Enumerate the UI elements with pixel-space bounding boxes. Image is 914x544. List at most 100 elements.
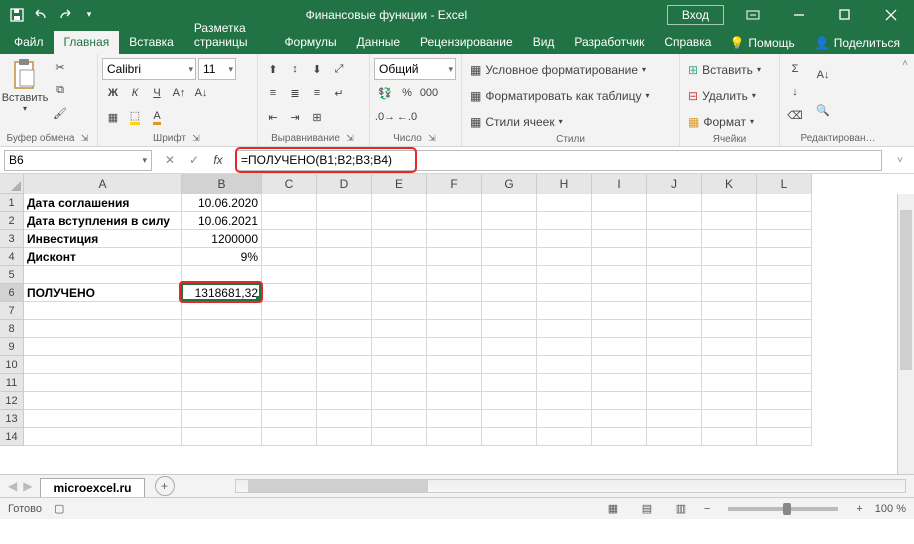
cell-J14[interactable] [647,428,702,446]
bold-button[interactable]: Ж [102,82,124,104]
cell-G14[interactable] [482,428,537,446]
cell-H6[interactable] [537,284,592,302]
autosum-icon[interactable]: Σ [784,58,806,80]
row-header-10[interactable]: 10 [0,356,24,374]
cell-K5[interactable] [702,266,757,284]
cell-I14[interactable] [592,428,647,446]
tab-view[interactable]: Вид [523,31,565,54]
cell-B8[interactable] [182,320,262,338]
name-box[interactable]: B6 [4,150,152,171]
decimal-increase-icon[interactable]: .0→ [374,106,396,128]
cell-G13[interactable] [482,410,537,428]
cell-G10[interactable] [482,356,537,374]
indent-increase-icon[interactable]: ⇥ [284,106,306,128]
font-size-combo[interactable]: 11 [198,58,236,80]
cell-B6[interactable]: 1318681,32 [182,284,262,302]
tab-data[interactable]: Данные [347,31,410,54]
cell-E12[interactable] [372,392,427,410]
row-header-1[interactable]: 1 [0,194,24,212]
decimal-decrease-icon[interactable]: ←.0 [396,106,418,128]
cell-D7[interactable] [317,302,372,320]
zoom-in-icon[interactable]: + [856,503,862,515]
share-button[interactable]: 👤Поделиться [807,32,908,54]
close-icon[interactable] [868,0,914,29]
cell-B3[interactable]: 1200000 [182,230,262,248]
cell-D9[interactable] [317,338,372,356]
cell-J6[interactable] [647,284,702,302]
cell-G3[interactable] [482,230,537,248]
page-layout-view-icon[interactable]: ▤ [636,500,658,518]
cell-D8[interactable] [317,320,372,338]
cell-D5[interactable] [317,266,372,284]
align-right-icon[interactable]: ≡ [306,82,328,104]
clipboard-launcher-icon[interactable]: ⇲ [78,132,90,144]
font-launcher-icon[interactable]: ⇲ [190,132,202,144]
cell-E13[interactable] [372,410,427,428]
cell-I3[interactable] [592,230,647,248]
cell-styles-button[interactable]: ▦Стили ячеек▾ [466,110,567,133]
font-color-icon[interactable]: A [146,106,168,128]
cell-L13[interactable] [757,410,812,428]
qat-customize-icon[interactable]: ▾ [78,4,100,26]
cell-J8[interactable] [647,320,702,338]
cell-G12[interactable] [482,392,537,410]
cell-A9[interactable] [24,338,182,356]
cell-H2[interactable] [537,212,592,230]
comma-icon[interactable]: 000 [418,82,440,104]
fill-color-icon[interactable]: ⬚ [124,106,146,128]
redo-icon[interactable] [54,4,76,26]
cell-I12[interactable] [592,392,647,410]
cell-J11[interactable] [647,374,702,392]
cell-E10[interactable] [372,356,427,374]
cell-J5[interactable] [647,266,702,284]
cut-icon[interactable]: ✂ [49,56,71,78]
tab-developer[interactable]: Разработчик [564,31,654,54]
cell-C14[interactable] [262,428,317,446]
cell-D6[interactable] [317,284,372,302]
maximize-icon[interactable] [822,0,868,29]
cell-F3[interactable] [427,230,482,248]
cell-H11[interactable] [537,374,592,392]
minimize-icon[interactable] [776,0,822,29]
cell-L4[interactable] [757,248,812,266]
col-header-L[interactable]: L [757,174,812,194]
cell-D3[interactable] [317,230,372,248]
normal-view-icon[interactable]: ▦ [602,500,624,518]
insert-function-icon[interactable]: fx [208,150,228,170]
login-button[interactable]: Вход [667,5,724,25]
row-header-4[interactable]: 4 [0,248,24,266]
cell-I4[interactable] [592,248,647,266]
cell-A10[interactable] [24,356,182,374]
cell-H3[interactable] [537,230,592,248]
zoom-level[interactable]: 100 % [875,503,906,515]
currency-icon[interactable]: 💱 [374,82,396,104]
cell-K6[interactable] [702,284,757,302]
cell-G1[interactable] [482,194,537,212]
fill-icon[interactable]: ↓ [784,81,806,103]
merge-icon[interactable]: ⊞ [306,106,328,128]
cancel-formula-icon[interactable]: ✕ [160,150,180,170]
cell-F9[interactable] [427,338,482,356]
row-header-3[interactable]: 3 [0,230,24,248]
cell-F5[interactable] [427,266,482,284]
cell-A14[interactable] [24,428,182,446]
tab-formulas[interactable]: Формулы [274,31,346,54]
align-left-icon[interactable]: ≡ [262,82,284,104]
cell-E4[interactable] [372,248,427,266]
cell-I9[interactable] [592,338,647,356]
cell-K14[interactable] [702,428,757,446]
cell-I1[interactable] [592,194,647,212]
collapse-ribbon-icon[interactable]: ˄ [896,54,914,146]
cell-B10[interactable] [182,356,262,374]
tab-pagelayout[interactable]: Разметка страницы [184,17,275,54]
cell-E9[interactable] [372,338,427,356]
cell-D10[interactable] [317,356,372,374]
cell-A2[interactable]: Дата вступления в силу [24,212,182,230]
row-header-2[interactable]: 2 [0,212,24,230]
align-launcher-icon[interactable]: ⇲ [344,132,356,144]
cell-C10[interactable] [262,356,317,374]
cell-C7[interactable] [262,302,317,320]
cell-J13[interactable] [647,410,702,428]
cell-K10[interactable] [702,356,757,374]
save-icon[interactable] [6,4,28,26]
